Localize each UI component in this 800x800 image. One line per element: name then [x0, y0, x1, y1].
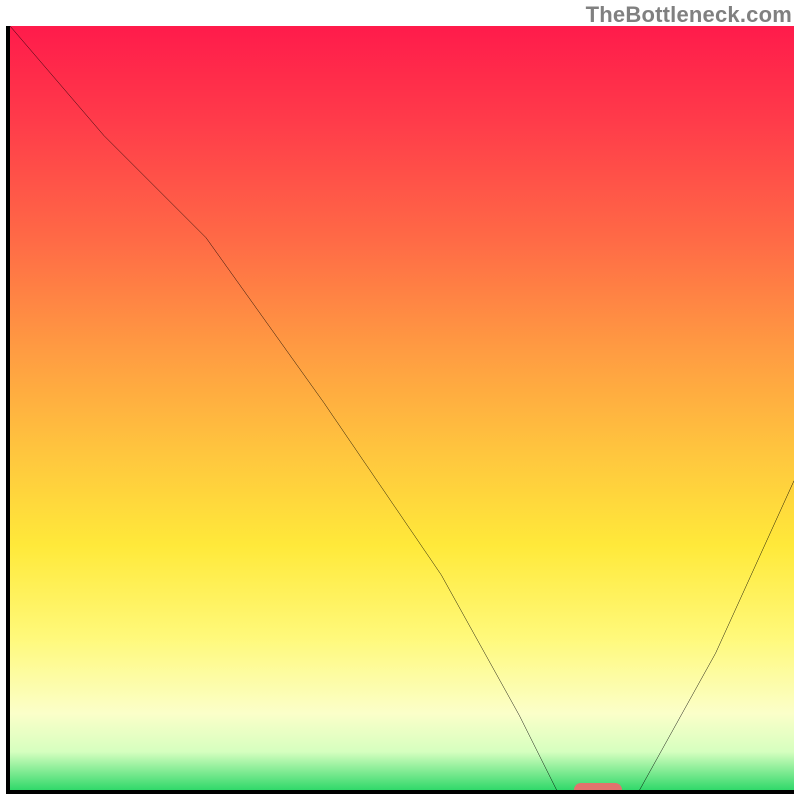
chart-container: TheBottleneck.com — [0, 0, 800, 800]
bottleneck-curve — [10, 26, 794, 794]
optimum-marker — [574, 783, 622, 794]
attribution-label: TheBottleneck.com — [586, 2, 792, 28]
plot-frame — [6, 26, 794, 794]
